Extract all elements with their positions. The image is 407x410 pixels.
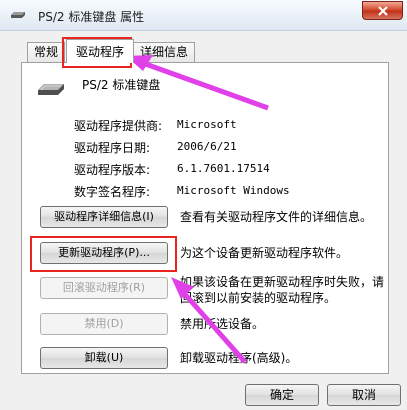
- uninstall-button[interactable]: 卸载(U): [40, 347, 168, 369]
- window-title: PS/2 标准键盘 属性: [38, 10, 145, 24]
- uninstall-desc: 卸载驱动程序(高级)。: [180, 351, 298, 365]
- keyboard-device-icon: [38, 84, 64, 95]
- tab-details[interactable]: 详细信息: [133, 42, 195, 62]
- version-label: 驱动程序版本:: [74, 163, 151, 177]
- rollback-driver-button[interactable]: 回滚驱动程序(R): [40, 277, 168, 299]
- ok-button[interactable]: 确定: [245, 384, 319, 406]
- provider-label: 驱动程序提供商:: [74, 119, 163, 133]
- version-value: 6.1.7601.17514: [177, 162, 270, 175]
- properties-dialog: PS/2 标准键盘 属性 常规 驱动程序 详细信息 PS/2 标准键盘 驱动程序…: [0, 0, 407, 410]
- disable-button[interactable]: 禁用(D): [40, 313, 168, 335]
- update-driver-button[interactable]: 更新驱动程序(P)...: [40, 242, 168, 264]
- driver-details-desc: 查看有关驱动程序文件的详细信息。: [180, 210, 373, 224]
- keyboard-icon: [11, 12, 25, 18]
- cancel-button[interactable]: 取消: [327, 384, 401, 406]
- signer-value: Microsoft Windows: [177, 184, 290, 197]
- disable-desc: 禁用所选设备。: [180, 317, 265, 331]
- date-label: 驱动程序日期:: [74, 141, 151, 155]
- close-icon: [377, 5, 388, 16]
- title-bar: PS/2 标准键盘 属性: [0, 0, 407, 31]
- device-name: PS/2 标准键盘: [82, 78, 161, 92]
- rollback-driver-desc: 如果该设备在更新驱动程序时失败，请回滚到以前安装的驱动程序。: [180, 275, 385, 305]
- update-driver-desc: 为这个设备更新驱动程序软件。: [180, 246, 349, 260]
- driver-details-button[interactable]: 驱动程序详细信息(I): [40, 206, 168, 228]
- provider-value: Microsoft: [177, 118, 237, 131]
- tab-label: 详细信息: [139, 45, 188, 59]
- tab-label: 常规: [33, 45, 58, 59]
- close-button[interactable]: [362, 1, 403, 20]
- tab-general[interactable]: 常规: [27, 42, 65, 62]
- tab-driver[interactable]: 驱动程序: [66, 39, 134, 63]
- signer-label: 数字签名程序:: [74, 185, 151, 199]
- date-value: 2006/6/21: [177, 140, 237, 153]
- tab-label: 驱动程序: [75, 45, 124, 59]
